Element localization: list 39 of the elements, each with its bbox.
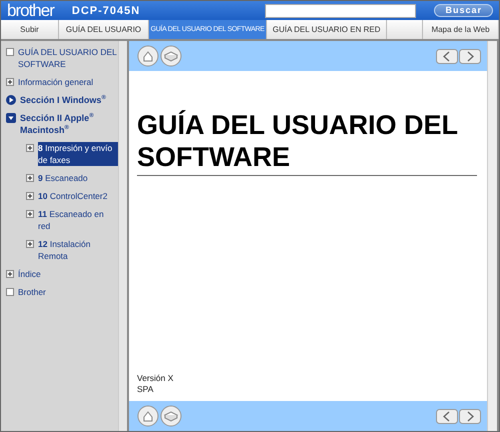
home-icon[interactable] — [137, 405, 159, 427]
plus-icon[interactable] — [26, 240, 34, 248]
plus-icon[interactable] — [26, 210, 34, 218]
tree-item[interactable]: Índice — [18, 268, 41, 280]
nav-tab[interactable]: Subir — [1, 20, 59, 39]
tree-item[interactable]: 10 ControlCenter2 — [38, 190, 108, 202]
plus-icon[interactable] — [6, 270, 14, 278]
tree-item[interactable]: Brother — [18, 286, 46, 298]
plus-icon[interactable] — [26, 192, 34, 200]
next-button[interactable] — [459, 408, 481, 424]
plus-icon[interactable] — [26, 174, 34, 182]
version-text: Versión X — [137, 373, 174, 384]
box-icon[interactable] — [160, 405, 182, 427]
language-text: SPA — [137, 384, 154, 395]
tree-item[interactable]: 11 Escaneado en red — [38, 208, 118, 232]
tree-item[interactable]: Información general — [18, 76, 94, 88]
tree-item[interactable]: 8 Impresión y envío de faxes — [38, 142, 118, 166]
model-name: DCP-7045N — [72, 4, 142, 16]
search-field[interactable] — [265, 4, 416, 18]
page-icon — [6, 288, 14, 296]
page-icon — [6, 48, 14, 56]
home-icon[interactable] — [137, 45, 159, 67]
logo: brother — [7, 2, 54, 19]
tree-item[interactable]: Sección II Apple$^{®}$ Macintosh$^{®}$ — [20, 112, 118, 136]
plus-icon[interactable] — [26, 144, 34, 152]
previous-button[interactable] — [436, 408, 458, 424]
plus-icon[interactable] — [6, 78, 14, 86]
tree-item[interactable]: 9 Escaneado — [38, 172, 88, 184]
tree-item[interactable]: 12 Instalación Remota — [38, 238, 118, 262]
scrollbar[interactable] — [118, 41, 127, 431]
nav-tab[interactable]: GUÍA DEL USUARIO EN RED — [267, 20, 387, 39]
box-icon[interactable] — [160, 45, 182, 67]
scrollbar[interactable] — [487, 41, 497, 431]
site-map-link[interactable]: Mapa de la Web — [423, 20, 499, 39]
tree-item[interactable]: GUÍA DEL USUARIO DEL SOFTWARE — [18, 46, 118, 70]
previous-button[interactable] — [436, 48, 458, 64]
next-button[interactable] — [459, 48, 481, 64]
page-title: GUÍA DEL USUARIO DEL SOFTWARE — [137, 109, 477, 176]
tree-item[interactable]: Sección I Windows$^{®}$ — [20, 94, 106, 106]
